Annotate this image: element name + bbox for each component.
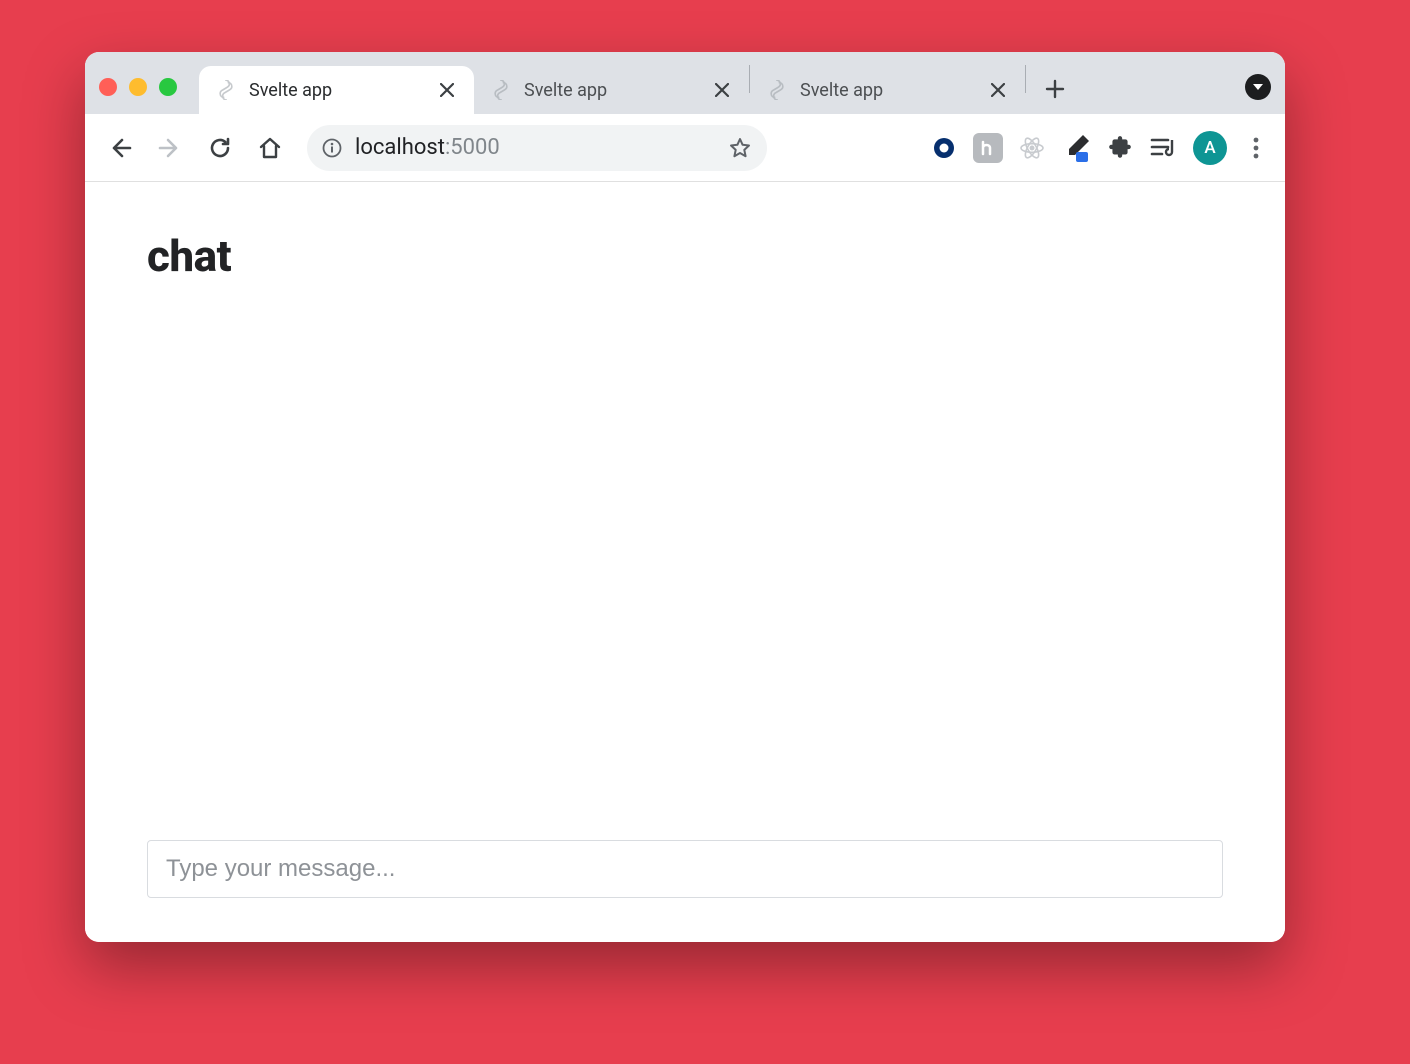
tab-separator xyxy=(1025,65,1026,93)
fullscreen-window-button[interactable] xyxy=(159,78,177,96)
svelte-favicon-icon xyxy=(215,79,237,101)
url-text: localhost:5000 xyxy=(355,135,715,160)
minimize-window-button[interactable] xyxy=(129,78,147,96)
forward-button[interactable] xyxy=(149,127,191,169)
tab-title: Svelte app xyxy=(249,80,428,101)
extensions-row: A xyxy=(929,131,1271,165)
extension-eyedropper-icon[interactable] xyxy=(1061,133,1091,163)
address-bar[interactable]: localhost:5000 xyxy=(307,125,767,171)
tab-strip: Svelte app Svelte app Svelte a xyxy=(85,52,1285,114)
profile-avatar[interactable]: A xyxy=(1193,131,1227,165)
close-window-button[interactable] xyxy=(99,78,117,96)
reload-button[interactable] xyxy=(199,127,241,169)
toolbar: localhost:5000 xyxy=(85,114,1285,182)
tab-close-button[interactable] xyxy=(987,79,1009,101)
tab-title: Svelte app xyxy=(524,80,703,101)
extension-h-icon[interactable] xyxy=(973,133,1003,163)
tab-close-button[interactable] xyxy=(436,79,458,101)
svelte-favicon-icon xyxy=(766,79,788,101)
extension-circle-icon[interactable] xyxy=(929,133,959,163)
back-button[interactable] xyxy=(99,127,141,169)
tab-1[interactable]: Svelte app xyxy=(199,66,474,114)
tab-close-button[interactable] xyxy=(711,79,733,101)
extension-react-icon[interactable] xyxy=(1017,133,1047,163)
new-tab-button[interactable] xyxy=(1034,68,1076,110)
browser-window: Svelte app Svelte app Svelte a xyxy=(85,52,1285,942)
page-content: chat xyxy=(85,182,1285,942)
page-heading: chat xyxy=(147,230,1223,282)
tab-title: Svelte app xyxy=(800,80,979,101)
site-info-icon[interactable] xyxy=(321,137,343,159)
media-queue-icon[interactable] xyxy=(1149,133,1179,163)
tabs: Svelte app Svelte app Svelte a xyxy=(199,52,1245,114)
home-button[interactable] xyxy=(249,127,291,169)
bookmark-star-icon[interactable] xyxy=(727,135,753,161)
message-input[interactable] xyxy=(147,840,1223,898)
url-host: localhost xyxy=(355,135,445,160)
menu-dots-icon[interactable] xyxy=(1241,133,1271,163)
url-port: :5000 xyxy=(445,135,500,160)
window-controls xyxy=(99,78,177,96)
chevron-down-icon[interactable] xyxy=(1245,74,1271,100)
svelte-favicon-icon xyxy=(490,79,512,101)
extensions-puzzle-icon[interactable] xyxy=(1105,133,1135,163)
tab-3[interactable]: Svelte app xyxy=(750,66,1025,114)
avatar-letter: A xyxy=(1204,138,1215,158)
tab-strip-right xyxy=(1245,74,1271,100)
tab-2[interactable]: Svelte app xyxy=(474,66,749,114)
spacer xyxy=(147,282,1223,840)
